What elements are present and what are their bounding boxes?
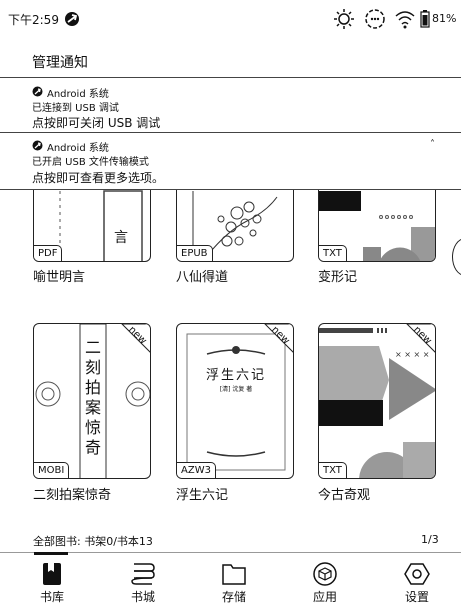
book-cover-5[interactable]: 浮生六记 [清] 沈复 著 new AZW3: [176, 323, 294, 479]
notification-title: 已连接到 USB 调试: [32, 103, 119, 114]
book-title[interactable]: 变形记: [318, 266, 357, 285]
tab-bookstore[interactable]: 书城: [108, 556, 178, 610]
format-tag: TXT: [319, 245, 347, 261]
tab-label: 书库: [39, 590, 64, 604]
library-stats: 全部图书: 书架0/书本13: [33, 535, 153, 548]
notification-text: 点按即可查看更多选项。: [32, 171, 165, 185]
format-tag: TXT: [319, 462, 347, 478]
sync-icon: [365, 9, 385, 29]
brightness-icon: [334, 9, 354, 29]
status-bar: 下午2:59 81%: [0, 0, 461, 40]
divider: [0, 552, 461, 553]
tab-label: 应用: [312, 590, 337, 604]
format-tag: AZW3: [177, 462, 216, 478]
cover-subtext: [清] 沈复 著: [219, 386, 253, 393]
book-title[interactable]: 今古奇观: [318, 484, 370, 503]
book-title[interactable]: 八仙得道: [176, 266, 228, 285]
battery-icon: [420, 10, 430, 28]
notification-source: Android 系统: [47, 143, 109, 154]
page-indicator: 1/3: [421, 533, 439, 546]
book-title[interactable]: 二刻拍案惊奇: [33, 484, 111, 503]
clock: 下午2:59: [8, 13, 59, 27]
tab-label: 存储: [221, 590, 246, 604]
notification-title: 已开启 USB 文件传输模式: [32, 157, 149, 168]
notification-usb-debug[interactable]: Android 系统 已连接到 USB 调试 点按即可关闭 USB 调试: [0, 77, 461, 132]
notification-source: Android 系统: [47, 89, 109, 100]
battery-percent: 81%: [432, 12, 457, 25]
folder-icon: [222, 564, 246, 585]
cover-art: [186, 324, 293, 471]
notification-usb-file-transfer[interactable]: Android 系统 ˄ 已开启 USB 文件传输模式 点按即可查看更多选项。: [0, 132, 461, 190]
book-title[interactable]: 喻世明言: [33, 266, 85, 285]
format-tag: EPUB: [177, 245, 213, 261]
cover-art: × × × ×: [319, 324, 435, 478]
notification-shade: 管理通知 Android 系统 已连接到 USB 调试 点按即可关闭 USB 调…: [0, 40, 461, 190]
tab-settings[interactable]: 设置: [382, 556, 452, 610]
bookstore-icon: [131, 563, 155, 585]
svg-text:× × × ×: × × × ×: [395, 350, 429, 359]
book-title[interactable]: 浮生六记: [176, 484, 228, 503]
android-system-icon: [32, 140, 43, 151]
tab-label: 书城: [130, 590, 155, 604]
manage-notifications-link[interactable]: 管理通知: [32, 52, 88, 72]
side-drawer-handle[interactable]: [452, 238, 461, 276]
android-system-icon: [65, 12, 79, 26]
active-tab-indicator: [34, 552, 68, 555]
cover-text: 浮生六记: [205, 368, 266, 383]
tab-library[interactable]: 书库: [17, 556, 87, 610]
cover-text: 言: [114, 230, 128, 246]
format-tag: MOBI: [34, 462, 70, 478]
notification-text: 点按即可关闭 USB 调试: [32, 116, 161, 130]
format-tag: PDF: [34, 245, 63, 261]
tab-apps[interactable]: 应用: [290, 556, 360, 610]
book-cover-4[interactable]: 二刻拍案惊奇 new MOBI: [33, 323, 151, 479]
bookmark-book-icon: [43, 563, 61, 585]
cover-text: 二刻拍案惊奇: [84, 338, 101, 457]
chevron-up-icon[interactable]: ˄: [430, 139, 435, 150]
settings-hexagon-icon: [404, 563, 430, 585]
tab-storage[interactable]: 存储: [199, 556, 269, 610]
android-system-icon: [32, 86, 43, 97]
cube-icon: [313, 562, 337, 586]
tab-label: 设置: [404, 590, 429, 604]
wifi-icon: [395, 11, 415, 29]
book-cover-6[interactable]: × × × × new TXT: [318, 323, 436, 479]
